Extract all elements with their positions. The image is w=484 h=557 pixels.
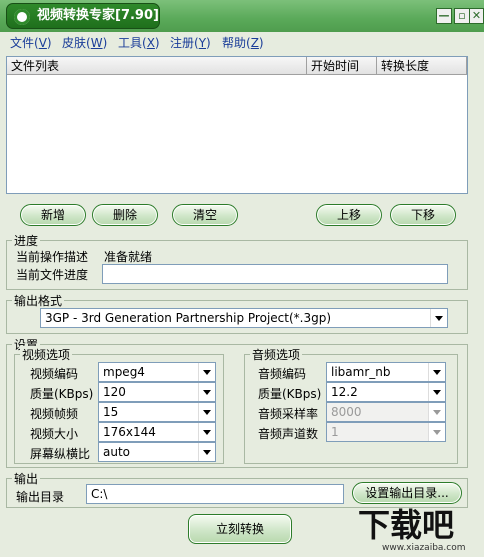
chevron-down-icon[interactable] (198, 443, 215, 461)
current-file-progress-label: 当前文件进度 (16, 268, 89, 282)
audio-samplerate-select: 8000 (326, 402, 446, 422)
video-codec-label: 视频编码 (30, 367, 79, 381)
menu-file-key: V (38, 36, 47, 50)
output-format-value: 3GP - 3rd Generation Partnership Project… (45, 311, 332, 325)
move-down-button[interactable]: 下移 (390, 204, 456, 226)
video-quality-select[interactable]: 120 (98, 382, 216, 402)
output-dir-label: 输出目录 (16, 490, 65, 504)
audio-samplerate-value: 8000 (331, 405, 362, 419)
audio-channels-select: 1 (326, 422, 446, 442)
menu-tools-label: 工具( (118, 36, 147, 50)
aspect-ratio-label: 屏幕纵横比 (30, 447, 91, 461)
chevron-down-icon[interactable] (198, 363, 215, 381)
audio-quality-value: 12.2 (331, 385, 358, 399)
app-icon (14, 9, 30, 25)
maximize-button[interactable]: ▫ (454, 8, 470, 24)
audio-quality-label: 质量(KBps) (258, 387, 322, 401)
minimize-button[interactable]: — (436, 8, 452, 24)
audio-codec-select[interactable]: libamr_nb (326, 362, 446, 382)
menu-register-key: Y (198, 36, 207, 50)
add-button[interactable]: 新增 (20, 204, 86, 226)
watermark-logo-graphic: 下载吧 www.xiazaiba.com (358, 506, 466, 553)
chevron-down-icon[interactable] (428, 363, 445, 381)
menu-help-end: ) (258, 36, 264, 50)
video-size-label: 视频大小 (30, 427, 79, 441)
menu-file-label: 文件( (10, 36, 39, 50)
menu-help[interactable]: 帮助(Z) (222, 34, 264, 52)
watermark-url: www.xiazaiba.com (382, 543, 466, 553)
menu-tools-key: X (146, 36, 155, 50)
close-button[interactable]: ✕ (469, 8, 484, 24)
column-header-duration[interactable]: 转换长度 (377, 57, 467, 75)
current-operation-value: 准备就绪 (104, 250, 153, 264)
video-quality-value: 120 (103, 385, 126, 399)
menu-skin[interactable]: 皮肤(W) (62, 34, 107, 52)
delete-button[interactable]: 删除 (92, 204, 158, 226)
menu-skin-key: W (90, 36, 103, 50)
column-header-file[interactable]: 文件列表 (7, 57, 307, 75)
clear-button[interactable]: 清空 (172, 204, 238, 226)
column-header-start-time[interactable]: 开始时间 (307, 57, 377, 75)
video-size-select[interactable]: 176x144 (98, 422, 216, 442)
audio-codec-value: libamr_nb (331, 365, 391, 379)
menu-register-end: ) (206, 36, 211, 50)
chevron-down-icon (428, 423, 445, 441)
output-format-select[interactable]: 3GP - 3rd Generation Partnership Project… (40, 308, 448, 328)
audio-channels-value: 1 (331, 425, 339, 439)
audio-options-legend: 音频选项 (250, 346, 303, 363)
output-format-legend: 输出格式 (12, 292, 65, 309)
output-dir-field[interactable]: C:\ (86, 484, 344, 504)
menu-skin-end: ) (102, 36, 108, 50)
video-codec-select[interactable]: mpeg4 (98, 362, 216, 382)
chevron-down-icon[interactable] (198, 403, 215, 421)
video-options-legend: 视频选项 (20, 346, 73, 363)
output-legend: 输出 (12, 470, 41, 487)
file-list[interactable]: 文件列表 开始时间 转换长度 (6, 56, 468, 194)
audio-samplerate-label: 音频采样率 (258, 407, 319, 421)
move-up-button[interactable]: 上移 (316, 204, 382, 226)
video-fps-value: 15 (103, 405, 119, 419)
menu-help-key: Z (250, 36, 259, 50)
watermark-text: 下载吧 (358, 506, 454, 544)
video-quality-label: 质量(KBps) (30, 387, 94, 401)
aspect-ratio-select[interactable]: auto (98, 442, 216, 462)
current-operation-label: 当前操作描述 (16, 250, 89, 264)
menu-skin-label: 皮肤( (62, 36, 91, 50)
progress-legend: 进度 (12, 232, 41, 249)
convert-now-button[interactable]: 立刻转换 (188, 514, 292, 544)
chevron-down-icon[interactable] (430, 309, 447, 327)
video-fps-select[interactable]: 15 (98, 402, 216, 422)
chevron-down-icon[interactable] (428, 383, 445, 401)
aspect-ratio-value: auto (103, 445, 131, 459)
menu-register[interactable]: 注册(Y) (170, 34, 211, 52)
menu-tools-end: ) (154, 36, 160, 50)
current-file-progress-field (102, 264, 448, 284)
menu-help-label: 帮助( (222, 36, 251, 50)
menu-register-label: 注册( (170, 36, 199, 50)
chevron-down-icon[interactable] (198, 423, 215, 441)
menu-file-end: ) (46, 36, 52, 50)
audio-codec-label: 音频编码 (258, 367, 307, 381)
menu-tools[interactable]: 工具(X) (118, 34, 160, 52)
menu-file[interactable]: 文件(V) (10, 34, 52, 52)
audio-quality-select[interactable]: 12.2 (326, 382, 446, 402)
video-fps-label: 视频帧频 (30, 407, 79, 421)
video-size-value: 176x144 (103, 425, 156, 439)
chevron-down-icon (428, 403, 445, 421)
watermark-logo: 下载吧 www.xiazaiba.com (344, 500, 484, 554)
chevron-down-icon[interactable] (198, 383, 215, 401)
video-codec-value: mpeg4 (103, 365, 145, 379)
audio-channels-label: 音频声道数 (258, 427, 319, 441)
